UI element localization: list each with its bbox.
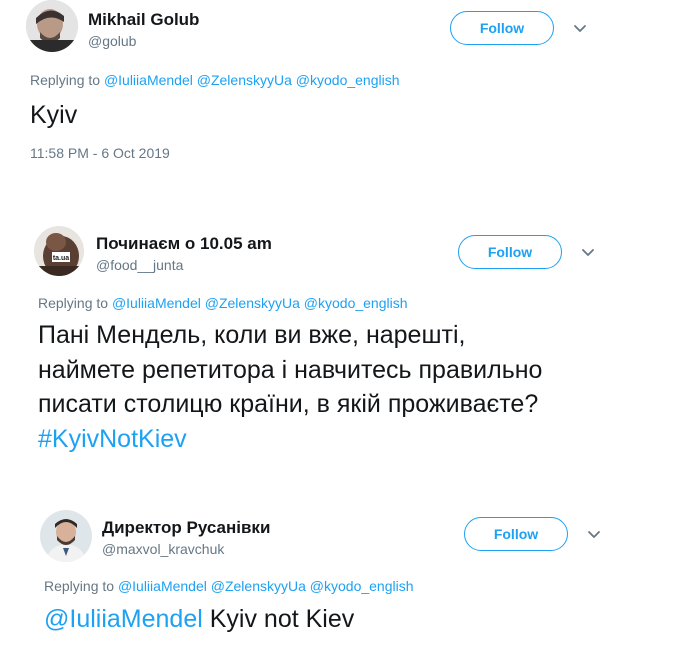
mention-link[interactable]: @IuliiaMendel <box>44 605 203 633</box>
user-handle[interactable]: @maxvol_kravchuk <box>102 541 224 557</box>
user-name[interactable]: Директор Русанівки <box>102 518 270 538</box>
hashtag-link[interactable]: #KyivNotKiev <box>38 422 618 457</box>
chevron-down-icon[interactable] <box>580 244 596 260</box>
replying-to-label: Replying to <box>38 295 109 311</box>
tweet-text-line: Пані Мендель, коли ви вже, нарешті, <box>38 321 466 349</box>
tweet-text-line: наймете репетитора і навчитесь правильно <box>38 355 543 384</box>
user-handle[interactable]: @food__junta <box>96 257 183 273</box>
tweet-timestamp[interactable]: 11:58 PM - 6 Oct 2019 <box>30 145 170 161</box>
avatar[interactable] <box>40 510 92 562</box>
svg-text:ta.ua: ta.ua <box>53 255 69 262</box>
chevron-down-icon[interactable] <box>572 20 588 36</box>
mention-link[interactable]: @IuliiaMendel <box>118 578 207 594</box>
mention-link[interactable]: @IuliiaMendel <box>104 72 193 88</box>
replying-to-label: Replying to <box>30 72 101 88</box>
tweet-text-content: Kyiv not Kiev <box>209 605 355 633</box>
chevron-down-icon[interactable] <box>586 526 602 542</box>
mention-link[interactable]: @IuliiaMendel <box>112 295 201 311</box>
mention-link[interactable]: @ZelenskyyUa <box>211 578 306 594</box>
tweet-text: @IuliiaMendel Kyiv not Kiev <box>44 605 354 634</box>
replying-to: Replying to @IuliiaMendel @ZelenskyyUa @… <box>44 578 414 594</box>
mention-link[interactable]: @kyodo_english <box>310 578 414 594</box>
mention-link[interactable]: @kyodo_english <box>296 72 400 88</box>
mention-link[interactable]: @ZelenskyyUa <box>197 72 292 88</box>
user-name[interactable]: Починаєм о 10.05 am <box>96 234 272 254</box>
replying-to-label: Replying to <box>44 578 115 594</box>
mention-link[interactable]: @kyodo_english <box>304 295 408 311</box>
follow-button[interactable]: Follow <box>464 517 568 551</box>
mention-link[interactable]: @ZelenskyyUa <box>205 295 300 311</box>
follow-button[interactable]: Follow <box>458 235 562 269</box>
avatar[interactable]: ta.ua <box>34 226 84 276</box>
tweet-text-line: писати столицю країни, в якій проживаєте… <box>38 390 539 418</box>
replying-to: Replying to @IuliiaMendel @ZelenskyyUa @… <box>30 72 400 88</box>
tweet-text: Пані Мендель, коли ви вже, нарешті, найм… <box>38 318 618 456</box>
user-handle[interactable]: @golub <box>88 33 136 49</box>
user-name[interactable]: Mikhail Golub <box>88 10 199 30</box>
avatar[interactable] <box>26 0 78 52</box>
follow-button[interactable]: Follow <box>450 11 554 45</box>
replying-to: Replying to @IuliiaMendel @ZelenskyyUa @… <box>38 295 408 311</box>
tweet-text: Kyiv <box>30 101 78 129</box>
